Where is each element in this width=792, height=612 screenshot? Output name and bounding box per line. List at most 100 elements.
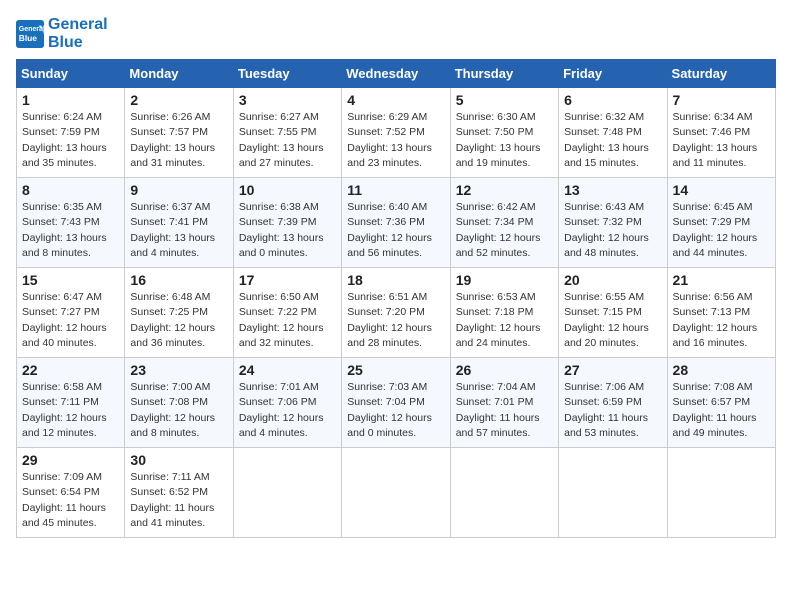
calendar-cell: 14 Sunrise: 6:45 AMSunset: 7:29 PMDayligh… xyxy=(667,178,775,268)
day-number: 3 xyxy=(239,92,336,108)
day-number: 28 xyxy=(673,362,770,378)
day-info: Sunrise: 7:08 AMSunset: 6:57 PMDaylight:… xyxy=(673,380,770,441)
day-info: Sunrise: 6:51 AMSunset: 7:20 PMDaylight:… xyxy=(347,290,444,351)
day-number: 14 xyxy=(673,182,770,198)
day-number: 13 xyxy=(564,182,661,198)
calendar-cell: 11 Sunrise: 6:40 AMSunset: 7:36 PMDayligh… xyxy=(342,178,450,268)
day-info: Sunrise: 6:48 AMSunset: 7:25 PMDaylight:… xyxy=(130,290,227,351)
day-number: 30 xyxy=(130,452,227,468)
calendar-cell: 2 Sunrise: 6:26 AMSunset: 7:57 PMDaylight… xyxy=(125,88,233,178)
day-number: 10 xyxy=(239,182,336,198)
logo-general: General xyxy=(48,16,108,34)
calendar-cell: 16Sunrise: 6:48 AMSunset: 7:25 PMDayligh… xyxy=(125,268,233,358)
calendar-cell: 29 Sunrise: 7:09 AMSunset: 6:54 PMDayligh… xyxy=(17,448,125,538)
day-info: Sunrise: 6:38 AMSunset: 7:39 PMDaylight:… xyxy=(239,200,336,261)
day-number: 8 xyxy=(22,182,119,198)
weekday-header-sunday: Sunday xyxy=(17,60,125,88)
day-info: Sunrise: 6:29 AMSunset: 7:52 PMDaylight:… xyxy=(347,110,444,171)
day-info: Sunrise: 6:35 AMSunset: 7:43 PMDaylight:… xyxy=(22,200,119,261)
weekday-header-friday: Friday xyxy=(559,60,667,88)
weekday-header-thursday: Thursday xyxy=(450,60,558,88)
calendar-cell: 17 Sunrise: 6:50 AMSunset: 7:22 PMDayligh… xyxy=(233,268,341,358)
day-number: 2 xyxy=(130,92,227,108)
page-header: General Blue General Blue xyxy=(16,16,776,51)
logo-icon: General Blue xyxy=(16,20,44,48)
calendar-week-row: 15Sunrise: 6:47 AMSunset: 7:27 PMDayligh… xyxy=(17,268,776,358)
calendar-cell: 19 Sunrise: 6:53 AMSunset: 7:18 PMDayligh… xyxy=(450,268,558,358)
day-number: 4 xyxy=(347,92,444,108)
calendar-table: SundayMondayTuesdayWednesdayThursdayFrid… xyxy=(16,59,776,538)
day-number: 9 xyxy=(130,182,227,198)
day-number: 7 xyxy=(673,92,770,108)
day-number: 24 xyxy=(239,362,336,378)
logo: General Blue General Blue xyxy=(16,16,108,51)
calendar-cell: 13 Sunrise: 6:43 AMSunset: 7:32 PMDayligh… xyxy=(559,178,667,268)
day-info: Sunrise: 6:50 AMSunset: 7:22 PMDaylight:… xyxy=(239,290,336,351)
calendar-cell: 4 Sunrise: 6:29 AMSunset: 7:52 PMDaylight… xyxy=(342,88,450,178)
day-info: Sunrise: 6:58 AMSunset: 7:11 PMDaylight:… xyxy=(22,380,119,441)
calendar-cell xyxy=(559,448,667,538)
weekday-header-saturday: Saturday xyxy=(667,60,775,88)
day-info: Sunrise: 7:06 AMSunset: 6:59 PMDaylight:… xyxy=(564,380,661,441)
day-number: 11 xyxy=(347,182,444,198)
calendar-cell: 10 Sunrise: 6:38 AMSunset: 7:39 PMDayligh… xyxy=(233,178,341,268)
day-info: Sunrise: 7:01 AMSunset: 7:06 PMDaylight:… xyxy=(239,380,336,441)
day-info: Sunrise: 7:00 AMSunset: 7:08 PMDaylight:… xyxy=(130,380,227,441)
weekday-header-monday: Monday xyxy=(125,60,233,88)
calendar-cell: 8 Sunrise: 6:35 AMSunset: 7:43 PMDaylight… xyxy=(17,178,125,268)
day-info: Sunrise: 6:24 AMSunset: 7:59 PMDaylight:… xyxy=(22,110,119,171)
day-number: 29 xyxy=(22,452,119,468)
calendar-cell: 15Sunrise: 6:47 AMSunset: 7:27 PMDayligh… xyxy=(17,268,125,358)
calendar-cell: 6Sunrise: 6:32 AMSunset: 7:48 PMDaylight… xyxy=(559,88,667,178)
calendar-cell xyxy=(667,448,775,538)
day-info: Sunrise: 6:45 AMSunset: 7:29 PMDaylight:… xyxy=(673,200,770,261)
day-number: 20 xyxy=(564,272,661,288)
calendar-cell: 21Sunrise: 6:56 AMSunset: 7:13 PMDayligh… xyxy=(667,268,775,358)
day-number: 17 xyxy=(239,272,336,288)
day-number: 21 xyxy=(673,272,770,288)
day-info: Sunrise: 7:04 AMSunset: 7:01 PMDaylight:… xyxy=(456,380,553,441)
day-number: 15 xyxy=(22,272,119,288)
day-info: Sunrise: 6:26 AMSunset: 7:57 PMDaylight:… xyxy=(130,110,227,171)
day-info: Sunrise: 7:09 AMSunset: 6:54 PMDaylight:… xyxy=(22,470,119,531)
calendar-week-row: 8 Sunrise: 6:35 AMSunset: 7:43 PMDaylight… xyxy=(17,178,776,268)
day-info: Sunrise: 6:40 AMSunset: 7:36 PMDaylight:… xyxy=(347,200,444,261)
calendar-cell: 28 Sunrise: 7:08 AMSunset: 6:57 PMDayligh… xyxy=(667,358,775,448)
logo-blue: Blue xyxy=(48,34,108,52)
day-info: Sunrise: 6:53 AMSunset: 7:18 PMDaylight:… xyxy=(456,290,553,351)
calendar-cell: 30 Sunrise: 7:11 AMSunset: 6:52 PMDayligh… xyxy=(125,448,233,538)
day-number: 25 xyxy=(347,362,444,378)
calendar-cell: 9Sunrise: 6:37 AMSunset: 7:41 PMDaylight… xyxy=(125,178,233,268)
calendar-week-row: 1 Sunrise: 6:24 AMSunset: 7:59 PMDaylight… xyxy=(17,88,776,178)
calendar-cell xyxy=(342,448,450,538)
day-info: Sunrise: 6:43 AMSunset: 7:32 PMDaylight:… xyxy=(564,200,661,261)
day-number: 5 xyxy=(456,92,553,108)
svg-text:Blue: Blue xyxy=(19,33,37,43)
calendar-cell xyxy=(233,448,341,538)
day-number: 27 xyxy=(564,362,661,378)
day-info: Sunrise: 6:27 AMSunset: 7:55 PMDaylight:… xyxy=(239,110,336,171)
day-number: 23 xyxy=(130,362,227,378)
calendar-cell: 24 Sunrise: 7:01 AMSunset: 7:06 PMDayligh… xyxy=(233,358,341,448)
calendar-cell: 1 Sunrise: 6:24 AMSunset: 7:59 PMDaylight… xyxy=(17,88,125,178)
calendar-cell: 18Sunrise: 6:51 AMSunset: 7:20 PMDayligh… xyxy=(342,268,450,358)
calendar-body: 1 Sunrise: 6:24 AMSunset: 7:59 PMDaylight… xyxy=(17,88,776,538)
calendar-cell: 26Sunrise: 7:04 AMSunset: 7:01 PMDayligh… xyxy=(450,358,558,448)
day-info: Sunrise: 6:30 AMSunset: 7:50 PMDaylight:… xyxy=(456,110,553,171)
day-number: 19 xyxy=(456,272,553,288)
calendar-cell: 5 Sunrise: 6:30 AMSunset: 7:50 PMDaylight… xyxy=(450,88,558,178)
day-number: 6 xyxy=(564,92,661,108)
day-info: Sunrise: 7:11 AMSunset: 6:52 PMDaylight:… xyxy=(130,470,227,531)
calendar-cell: 23 Sunrise: 7:00 AMSunset: 7:08 PMDayligh… xyxy=(125,358,233,448)
weekday-header-wednesday: Wednesday xyxy=(342,60,450,88)
calendar-cell: 27 Sunrise: 7:06 AMSunset: 6:59 PMDayligh… xyxy=(559,358,667,448)
day-info: Sunrise: 7:03 AMSunset: 7:04 PMDaylight:… xyxy=(347,380,444,441)
weekday-header-row: SundayMondayTuesdayWednesdayThursdayFrid… xyxy=(17,60,776,88)
calendar-cell: 12Sunrise: 6:42 AMSunset: 7:34 PMDayligh… xyxy=(450,178,558,268)
day-number: 12 xyxy=(456,182,553,198)
calendar-cell: 3 Sunrise: 6:27 AMSunset: 7:55 PMDaylight… xyxy=(233,88,341,178)
weekday-header-tuesday: Tuesday xyxy=(233,60,341,88)
day-info: Sunrise: 6:55 AMSunset: 7:15 PMDaylight:… xyxy=(564,290,661,351)
calendar-week-row: 22Sunrise: 6:58 AMSunset: 7:11 PMDayligh… xyxy=(17,358,776,448)
day-number: 1 xyxy=(22,92,119,108)
